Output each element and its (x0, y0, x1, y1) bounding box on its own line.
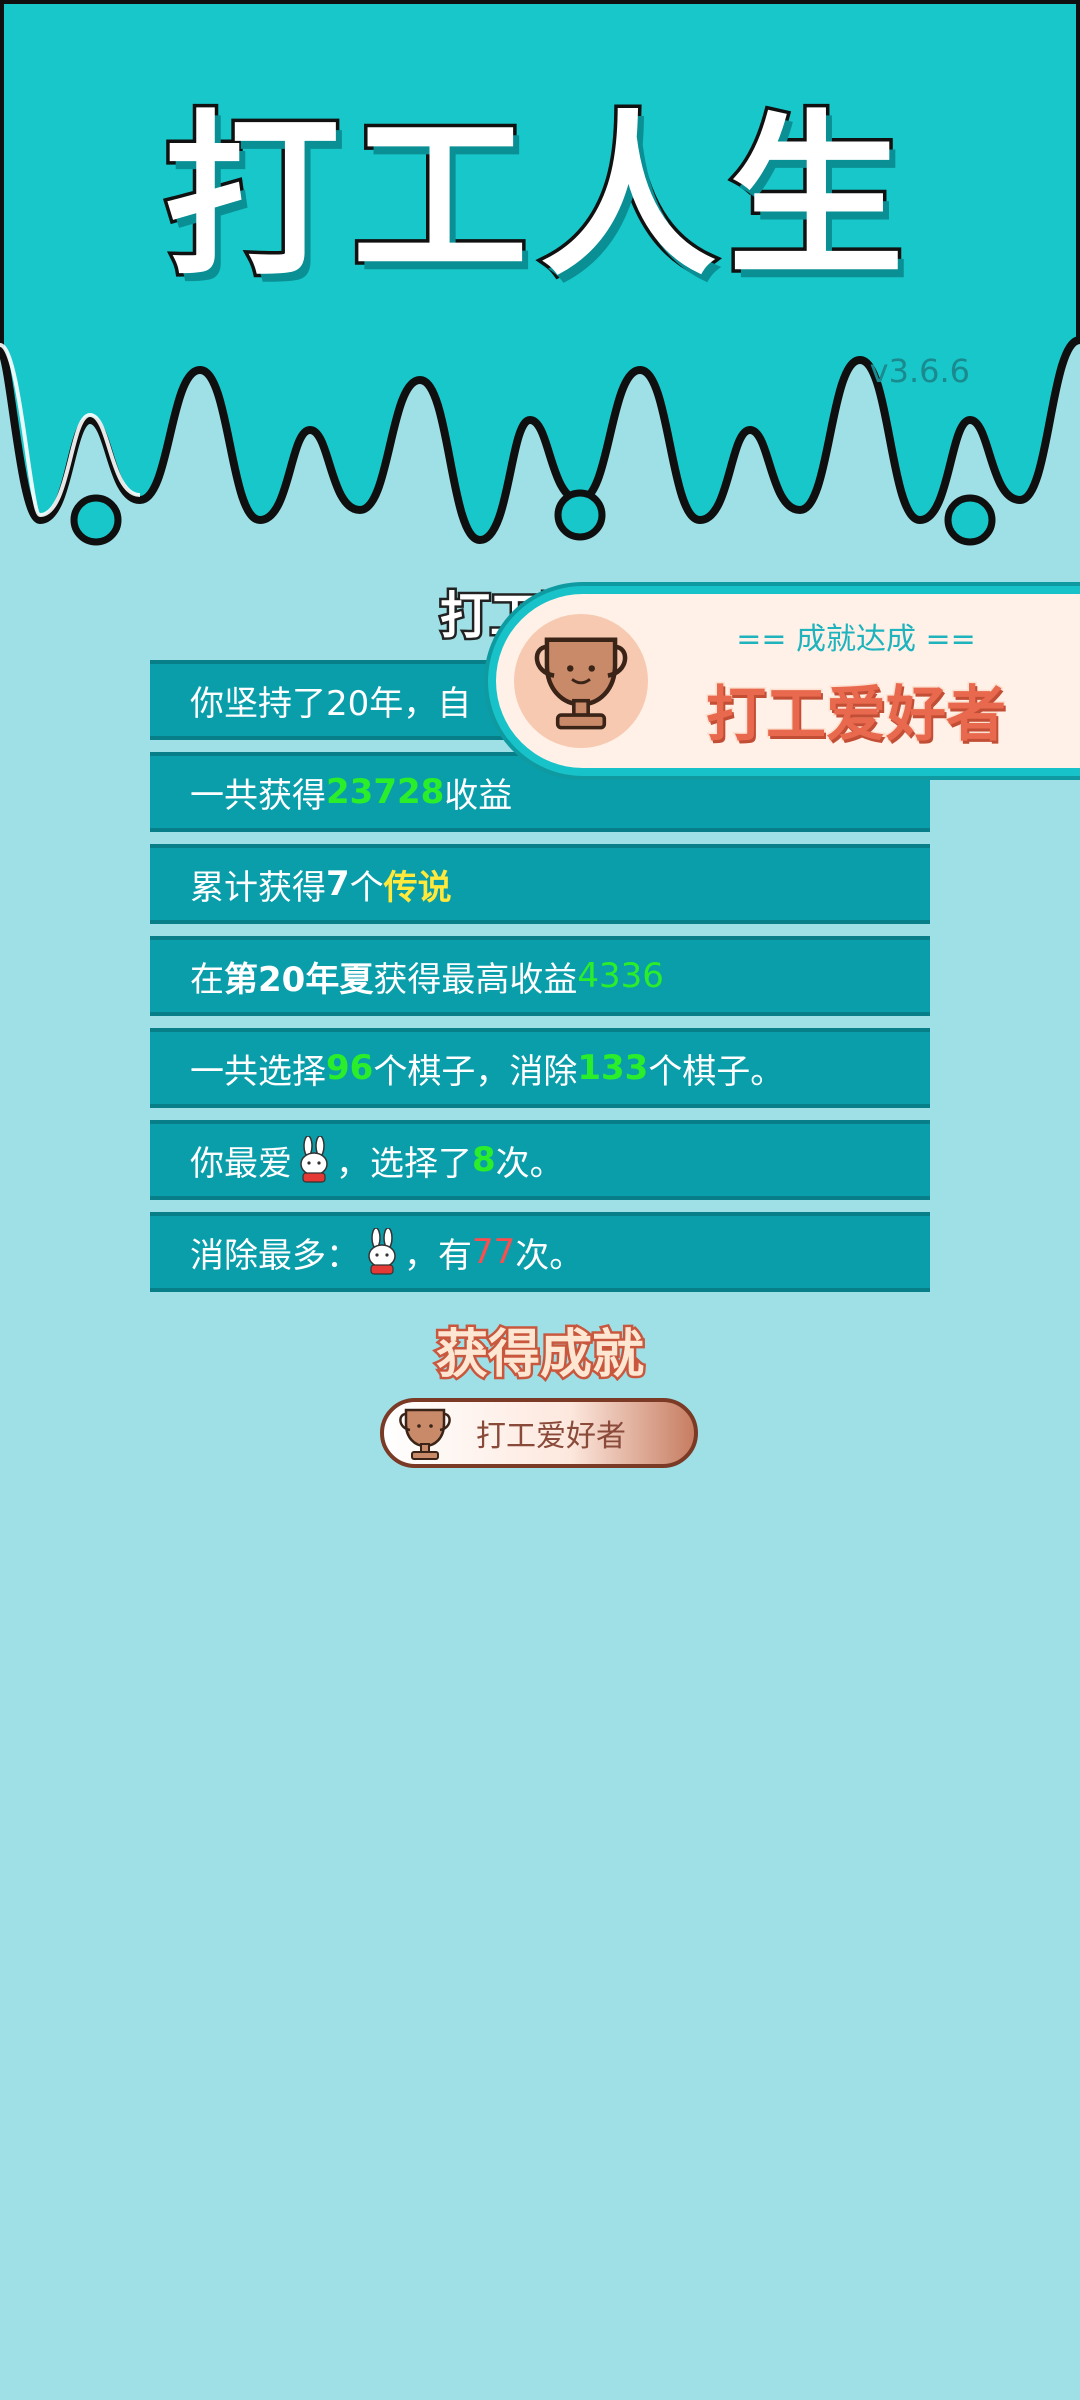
stat-label: 次。 (495, 1143, 564, 1184)
favorite-count-value: 8 (472, 1140, 496, 1180)
achievement-toast: == 成就达成 == 打工爱好者 (488, 586, 1080, 776)
stat-label: 个棋子，消除 (373, 1051, 578, 1092)
stat-label: 收益 (444, 775, 513, 816)
version-label: v3.6.6 (869, 352, 970, 390)
bunny-icon (300, 1136, 328, 1183)
stat-label: 在 (190, 959, 224, 1000)
legendary-count-value: 7 (326, 864, 350, 904)
stat-label: ，选择了 (336, 1143, 472, 1184)
cleared-pieces-value: 133 (577, 1048, 649, 1088)
stat-row-max-income: 在 第20年夏 获得最高收益 4336 (150, 936, 930, 1016)
most-cleared-value: 77 (472, 1232, 516, 1272)
app-title: 打工人生 (160, 95, 916, 300)
stat-label: 累计获得 (190, 867, 326, 908)
toast-achievement-name: 打工爱好者 (705, 679, 1008, 752)
selected-pieces-value: 96 (326, 1048, 374, 1088)
stat-label: 个棋子。 (648, 1051, 785, 1092)
achievement-badge-label: 打工爱好者 (476, 1419, 626, 1454)
stat-label: 消除最多： (190, 1235, 360, 1276)
stat-label: 个 (349, 867, 384, 908)
stat-years-text: 你坚持了20年，自 (190, 683, 472, 724)
stat-label: 一共获得 (190, 775, 326, 816)
stat-label: 你最爱 (190, 1143, 292, 1184)
toast-trophy-circle (514, 614, 648, 748)
stat-label: 次。 (515, 1235, 584, 1276)
achievements-heading: 获得成就 (433, 1323, 646, 1388)
trophy-icon (534, 637, 628, 730)
stat-row-most-cleared: 消除最多： ，有 77 次。 (150, 1212, 930, 1292)
total-income-value: 23728 (326, 772, 445, 812)
trophy-icon (399, 1408, 451, 1460)
achievement-badge-button[interactable]: 打工爱好者 (380, 1398, 698, 1468)
stat-row-legendary: 累计获得 7 个传说 (150, 844, 930, 924)
toast-subtitle: == 成就达成 == (736, 622, 976, 657)
bunny-icon (368, 1228, 396, 1275)
stat-row-pieces: 一共选择 96 个棋子，消除 133 个棋子。 (150, 1028, 930, 1108)
stat-row-favorite: 你最爱 ，选择了 8 次。 (150, 1120, 930, 1200)
max-income-value: 4336 (577, 956, 664, 996)
stat-label: 获得最高收益 (373, 959, 578, 1000)
result-screen: 打工人生 v3.6.6 打工回顾 你坚持了20年，自 一共获得23728收益 累… (0, 0, 1080, 2400)
stat-label: 一共选择 (190, 1051, 326, 1092)
stat-label: ，有 (404, 1235, 472, 1276)
max-income-season: 第20年夏 (224, 959, 374, 1000)
legendary-label: 传说 (383, 867, 452, 908)
